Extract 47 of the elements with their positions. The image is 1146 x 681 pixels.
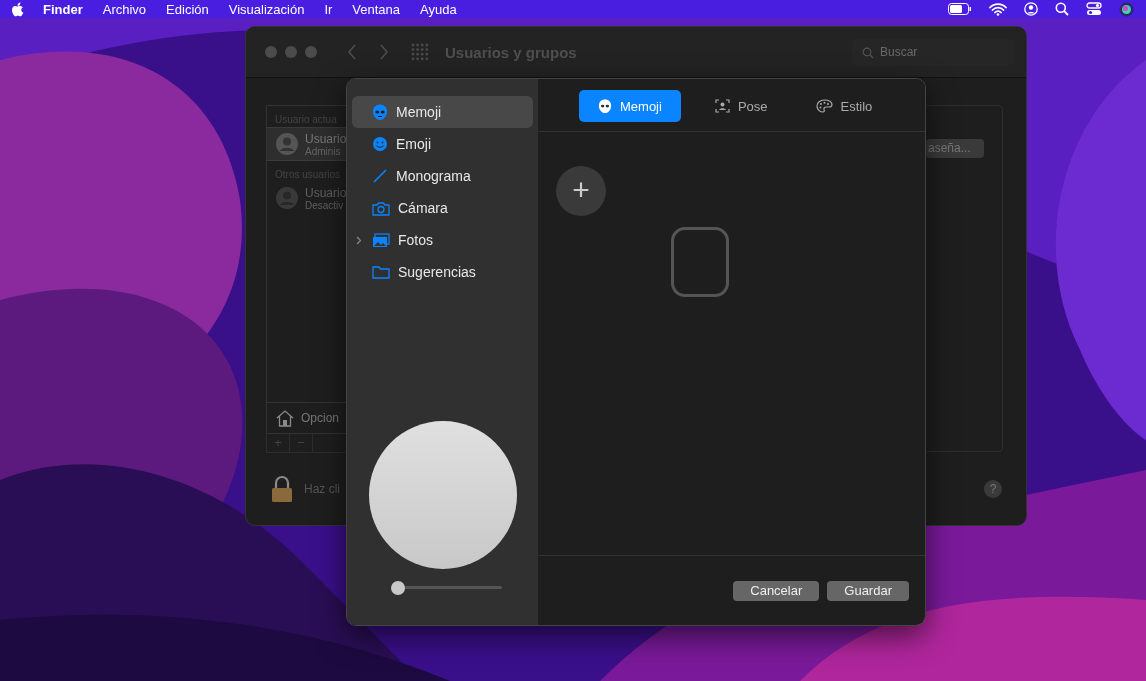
slider-thumb[interactable] xyxy=(391,581,406,595)
battery-icon[interactable] xyxy=(948,3,972,15)
chevron-icon[interactable] xyxy=(356,235,362,245)
pen-icon xyxy=(372,168,388,184)
sidebar-item[interactable]: Memoji xyxy=(352,96,533,128)
face-icon xyxy=(372,103,388,121)
add-button[interactable]: + xyxy=(556,166,606,216)
search-icon xyxy=(862,46,874,59)
apple-icon[interactable] xyxy=(12,1,25,17)
memoji-placeholder xyxy=(671,227,729,297)
tab[interactable]: Pose xyxy=(700,90,782,122)
sidebar-item[interactable]: Fotos xyxy=(352,224,533,256)
menu-item[interactable]: Ventana xyxy=(352,1,401,17)
sidebar-item[interactable]: Sugerencias xyxy=(352,256,533,288)
camera-icon xyxy=(372,200,390,216)
house-icon xyxy=(275,409,295,428)
person-frame-icon xyxy=(714,99,730,113)
menu-item[interactable]: Ir xyxy=(324,1,333,17)
menu-item[interactable]: Edición xyxy=(166,1,209,17)
palette-icon xyxy=(815,99,833,113)
smiley-icon xyxy=(372,136,388,152)
avatar-icon xyxy=(275,132,299,157)
menu-item[interactable]: Archivo xyxy=(102,1,147,17)
tab[interactable]: Estilo xyxy=(801,90,887,122)
avatar-icon xyxy=(275,186,299,211)
user-icon[interactable] xyxy=(1024,2,1038,16)
user-role: Desactiv xyxy=(305,199,345,211)
tab[interactable]: Memoji xyxy=(579,90,681,122)
sidebar-item[interactable]: Monograma xyxy=(352,160,533,192)
user-name: Usuario xyxy=(305,185,347,200)
user-name: Usuario xyxy=(305,131,347,146)
save-button[interactable]: Guardar xyxy=(827,580,909,601)
menu-item[interactable]: Visualización xyxy=(228,1,305,17)
cancel-button[interactable]: Cancelar xyxy=(733,580,820,601)
siri-icon[interactable] xyxy=(1119,1,1134,17)
folder-icon xyxy=(372,265,390,279)
user-role: Adminis xyxy=(305,145,342,157)
menu-item[interactable]: Finder xyxy=(43,1,83,17)
options-label[interactable]: Opcion xyxy=(301,411,340,426)
lock-icon[interactable] xyxy=(270,475,294,504)
sidebar-item[interactable]: Cámara xyxy=(352,192,533,224)
menu-item[interactable]: Ayuda xyxy=(420,1,457,17)
photos-icon xyxy=(372,232,390,248)
toggles-icon[interactable] xyxy=(1086,2,1102,16)
wifi-icon[interactable] xyxy=(989,2,1007,16)
face-icon xyxy=(598,98,612,114)
search-icon[interactable] xyxy=(1055,2,1069,16)
